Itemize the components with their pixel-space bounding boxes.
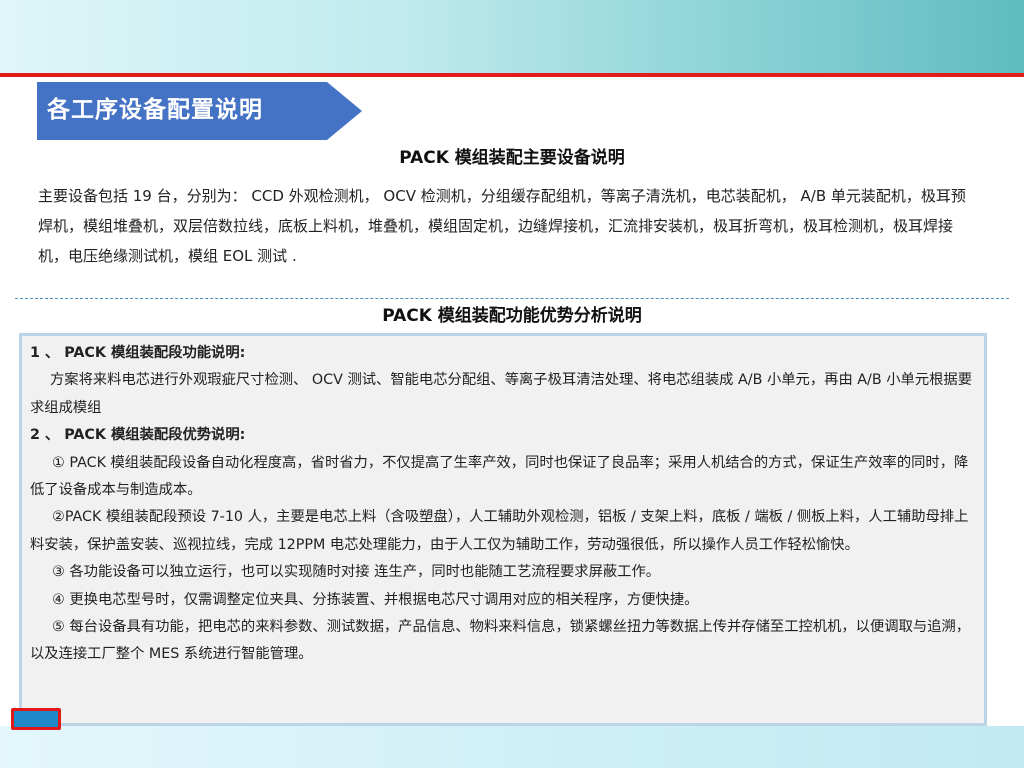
advantage-item: ②PACK 模组装配段预设 7-10 人，主要是电芯上料（含吸塑盘），人工辅助外… (30, 509, 969, 553)
advantage-item: ① PACK 模组装配段设备自动化程度高，省时省力，不仅提高了生率产效，同时也保… (30, 454, 969, 499)
analysis-title: PACK 模组装配功能优势分析说明 (382, 306, 642, 326)
header-red-rule (0, 73, 1024, 77)
dashed-divider (15, 298, 1009, 299)
analysis-content: 1 、 PACK 模组装配段功能说明: 方案将来料电芯进行外观瑕疵尺寸检测、 O… (30, 340, 978, 669)
function-text: 方案将来料电芯进行外观瑕疵尺寸检测、 OCV 测试、智能电芯分配组、等离子极耳清… (30, 372, 973, 416)
advantage-item: ⑤ 每台设备具有功能，把电芯的来料参数、测试数据，产品信息、物料来料信息，锁紧螺… (30, 619, 971, 663)
advantage-heading: 2 、 PACK 模组装配段优势说明: (30, 427, 246, 444)
section-title-banner: 各工序设备配置说明 (37, 82, 362, 140)
page-marker-button[interactable] (11, 708, 61, 730)
advantage-item: ④ 更换电芯型号时，仅需调整定位夹具、分拣装置、并根据电芯尺寸调用对应的相关程序… (52, 591, 699, 608)
function-heading: 1 、 PACK 模组装配段功能说明: (30, 345, 246, 361)
header-band (0, 0, 1024, 74)
advantage-item: ③ 各功能设备可以独立运行，也可以实现随时对接 连生产，同时也能随工艺流程要求屏… (52, 564, 661, 581)
analysis-panel: 1 、 PACK 模组装配段功能说明: 方案将来料电芯进行外观瑕疵尺寸检测、 O… (19, 333, 987, 726)
equipment-title: PACK 模组装配主要设备说明 (399, 148, 625, 168)
footer-band (0, 726, 1024, 768)
section-title: 各工序设备配置说明 (47, 97, 263, 123)
equipment-description: 主要设备包括 19 台，分别为： CCD 外观检测机， OCV 检测机，分组缓存… (38, 187, 966, 265)
